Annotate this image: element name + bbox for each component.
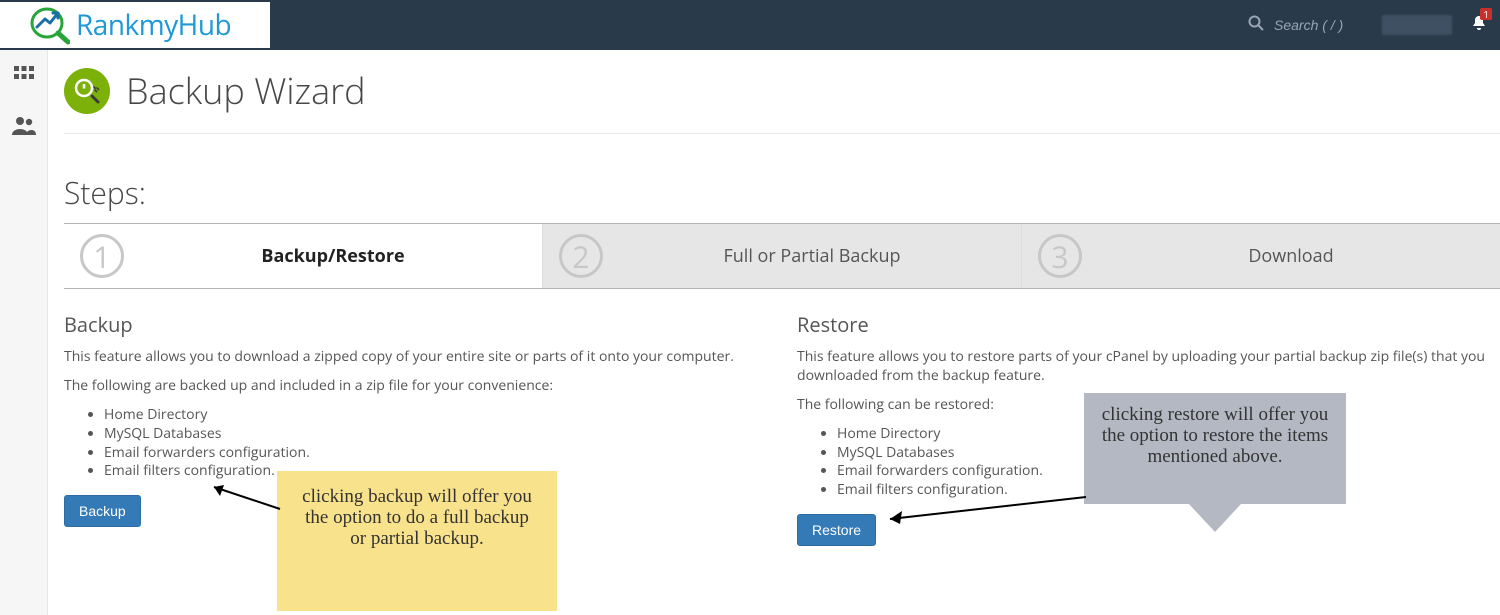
- step-1[interactable]: 1 Backup/Restore: [64, 224, 543, 288]
- backup-wizard-icon: [64, 68, 110, 114]
- restore-button[interactable]: Restore: [797, 514, 876, 546]
- backup-list-intro: The following are backed up and included…: [64, 377, 767, 396]
- backup-callout: clicking backup will offer you the optio…: [277, 471, 557, 611]
- notifications-button[interactable]: 1: [1470, 14, 1488, 37]
- list-item: MySQL Databases: [104, 425, 767, 444]
- logo-icon: [28, 5, 70, 45]
- backup-button[interactable]: Backup: [64, 495, 141, 527]
- users-icon[interactable]: [11, 115, 37, 142]
- restore-heading: Restore: [797, 311, 1500, 338]
- step-label: Backup/Restore: [140, 244, 526, 268]
- search-input[interactable]: [1274, 17, 1364, 33]
- arrow-icon: [204, 479, 284, 519]
- backup-desc: This feature allows you to download a zi…: [64, 348, 767, 367]
- step-label: Download: [1098, 244, 1484, 268]
- backup-list: Home Directory MySQL Databases Email for…: [104, 406, 767, 482]
- restore-desc: This feature allows you to restore parts…: [797, 348, 1500, 386]
- backup-section: Backup This feature allows you to downlo…: [64, 311, 767, 546]
- list-item: Home Directory: [104, 406, 767, 425]
- search[interactable]: [1248, 15, 1364, 36]
- notification-badge: 1: [1480, 8, 1492, 20]
- apps-icon[interactable]: [12, 64, 36, 93]
- step-number: 2: [559, 234, 603, 278]
- sidebar: [0, 50, 48, 615]
- step-number: 1: [80, 234, 124, 278]
- steps: 1 Backup/Restore 2 Full or Partial Backu…: [64, 223, 1500, 289]
- user-menu[interactable]: [1382, 15, 1452, 35]
- backup-heading: Backup: [64, 311, 767, 338]
- page-title: Backup Wizard: [126, 66, 366, 115]
- logo[interactable]: RankmyHub: [0, 2, 270, 48]
- logo-text: RankmyHub: [76, 6, 231, 44]
- restore-section: Restore This feature allows you to resto…: [797, 311, 1500, 546]
- list-item: Email forwarders configuration.: [104, 444, 767, 463]
- search-icon: [1248, 15, 1264, 36]
- restore-callout: clicking restore will offer you the opti…: [1084, 393, 1346, 504]
- content: Backup Wizard Steps: 1 Backup/Restore 2 …: [48, 50, 1500, 615]
- steps-label: Steps:: [64, 172, 1500, 213]
- topbar: RankmyHub 1: [0, 0, 1500, 50]
- topbar-right: 1: [1248, 14, 1488, 37]
- step-3[interactable]: 3 Download: [1022, 224, 1500, 288]
- step-2[interactable]: 2 Full or Partial Backup: [543, 224, 1022, 288]
- page-head: Backup Wizard: [64, 66, 1500, 134]
- step-number: 3: [1038, 234, 1082, 278]
- step-label: Full or Partial Backup: [619, 244, 1005, 268]
